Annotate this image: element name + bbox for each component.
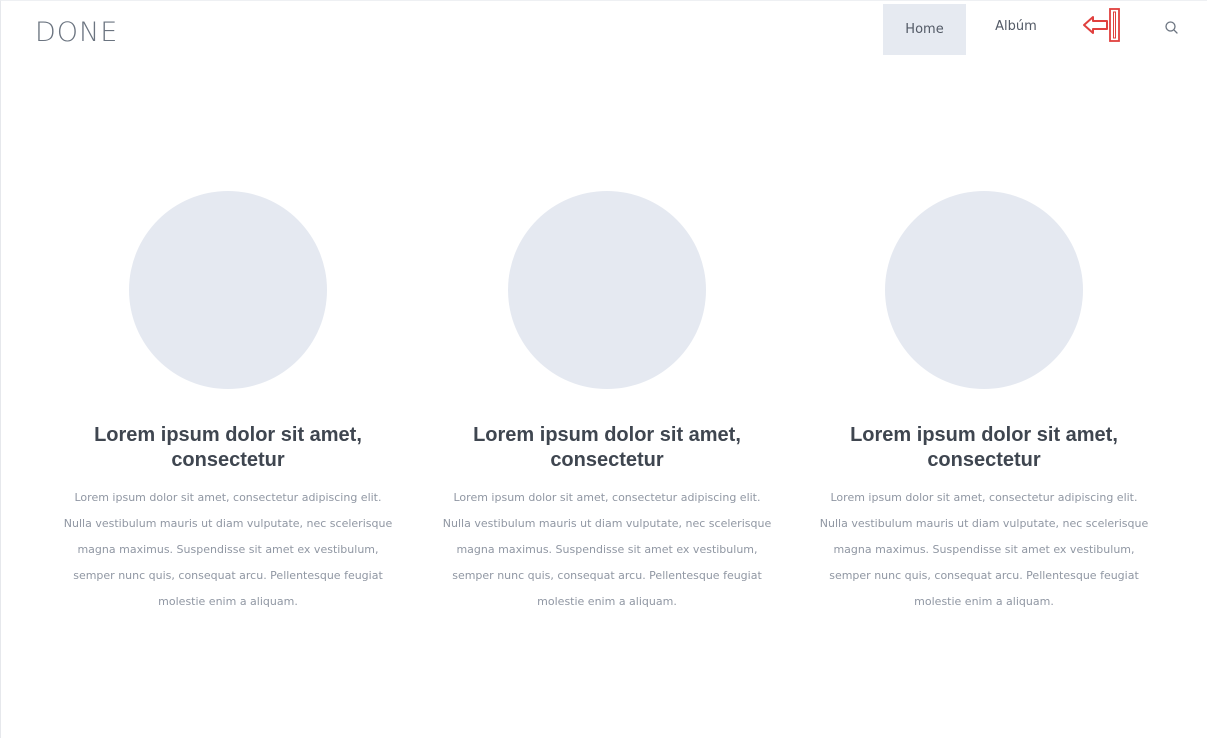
feature-title: Lorem ipsum dolor sit amet, consectetur — [94, 424, 362, 471]
nav-item-album[interactable]: Albúm — [979, 4, 1053, 48]
main-nav: Home Albúm — [1, 4, 1207, 55]
feature-image-placeholder — [508, 191, 706, 389]
feature-description: Lorem ipsum dolor sit amet, consectetur … — [442, 491, 772, 608]
feature-description: Lorem ipsum dolor sit amet, consectetur … — [819, 491, 1149, 608]
logout-arrow-icon — [1083, 8, 1120, 42]
page: DONE Home Albúm Lorem ipsum dolor sit am… — [0, 0, 1207, 738]
feature-image-placeholder — [885, 191, 1083, 389]
header: DONE Home Albúm — [1, 1, 1207, 55]
search-icon — [1165, 21, 1178, 34]
nav-item-home[interactable]: Home — [883, 4, 966, 55]
feature-column: Lorem ipsum dolor sit amet, consectetur … — [63, 191, 393, 615]
feature-image-placeholder — [129, 191, 327, 389]
logout-button[interactable] — [1081, 7, 1125, 43]
feature-column: Lorem ipsum dolor sit amet, consectetur … — [442, 191, 772, 615]
feature-title: Lorem ipsum dolor sit amet, consectetur — [850, 424, 1118, 471]
feature-description: Lorem ipsum dolor sit amet, consectetur … — [63, 491, 393, 608]
search-button[interactable] — [1163, 19, 1181, 37]
feature-column: Lorem ipsum dolor sit amet, consectetur … — [819, 191, 1149, 615]
feature-title: Lorem ipsum dolor sit amet, consectetur — [473, 424, 741, 471]
